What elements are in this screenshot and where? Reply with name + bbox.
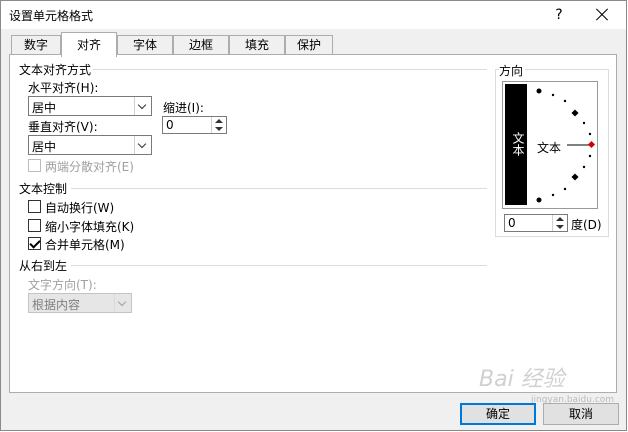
vertical-align-value: 居中 <box>32 140 57 154</box>
watermark-logo: Bai 经验 <box>479 367 565 392</box>
spin-down-icon[interactable] <box>556 225 564 229</box>
degree-spinner[interactable]: 0 <box>504 214 568 232</box>
tab-border[interactable]: 边框 <box>173 35 229 55</box>
vertical-align-select[interactable]: 居中 <box>28 135 152 155</box>
distributed-label: 两端分散对齐(E) <box>45 160 134 174</box>
horizontal-align-select[interactable]: 居中 <box>28 96 152 116</box>
spin-down-icon[interactable] <box>215 127 223 131</box>
chevron-down-icon[interactable] <box>134 136 151 154</box>
indent-value: 0 <box>166 118 174 132</box>
tab-fill[interactable]: 填充 <box>229 35 285 55</box>
text-direction-value: 根据内容 <box>32 298 81 312</box>
degree-value: 0 <box>508 216 516 230</box>
indent-spinner[interactable]: 0 <box>162 116 227 134</box>
ok-button[interactable]: 确定 <box>460 403 536 425</box>
chevron-down-icon[interactable] <box>134 97 151 115</box>
text-direction-label: 文字方向(T): <box>28 278 97 292</box>
horizontal-align-label: 水平对齐(H): <box>28 81 99 95</box>
section-divider <box>71 188 487 189</box>
wrap-text-label: 自动换行(W) <box>45 201 115 215</box>
section-text-control: 文本控制 <box>19 180 70 197</box>
spin-buttons[interactable] <box>552 215 567 231</box>
spin-buttons[interactable] <box>211 117 226 133</box>
chevron-down-icon[interactable] <box>114 294 131 312</box>
tab-font[interactable]: 字体 <box>117 35 173 55</box>
vertical-align-label: 垂直对齐(V): <box>28 120 98 134</box>
text-direction-select[interactable]: 根据内容 <box>28 293 132 313</box>
vertical-text-toggle[interactable]: 文本 <box>505 84 527 205</box>
spin-up-icon[interactable] <box>556 217 564 221</box>
section-divider <box>71 265 487 266</box>
dialog-title: 设置单元格格式 <box>9 9 94 23</box>
orientation-text-label: 文本 <box>537 141 562 155</box>
wrap-text-checkbox[interactable] <box>28 200 41 213</box>
tab-protection[interactable]: 保护 <box>285 35 333 55</box>
section-divider <box>91 69 487 70</box>
format-cells-dialog: 设置单元格格式 ? 数字 对齐 字体 边框 填充 保护 文本对齐方式 水平对齐(… <box>0 0 627 431</box>
distributed-checkbox[interactable] <box>28 159 41 172</box>
section-text-alignment: 文本对齐方式 <box>19 61 94 78</box>
horizontal-align-value: 居中 <box>32 101 57 115</box>
tab-number[interactable]: 数字 <box>11 35 61 55</box>
merge-cells-checkbox[interactable] <box>28 237 41 250</box>
indent-label: 缩进(I): <box>163 101 204 115</box>
close-icon[interactable] <box>591 5 613 25</box>
orientation-handle-icon[interactable] <box>587 140 597 150</box>
merge-cells-label: 合并单元格(M) <box>45 238 125 252</box>
spin-up-icon[interactable] <box>215 119 223 123</box>
checkmark-icon <box>29 237 41 249</box>
shrink-to-fit-label: 缩小字体填充(K) <box>45 220 135 234</box>
help-icon[interactable]: ? <box>549 5 569 25</box>
title-bar: 设置单元格格式 ? <box>1 1 626 29</box>
vertical-text-label: 文本 <box>511 132 525 156</box>
section-right-to-left: 从右到左 <box>19 257 70 274</box>
tab-alignment[interactable]: 对齐 <box>61 32 117 57</box>
section-orientation: 方向 <box>499 62 526 79</box>
shrink-to-fit-checkbox[interactable] <box>28 219 41 232</box>
degree-label: 度(D) <box>571 218 602 232</box>
cancel-button[interactable]: 取消 <box>543 403 619 425</box>
